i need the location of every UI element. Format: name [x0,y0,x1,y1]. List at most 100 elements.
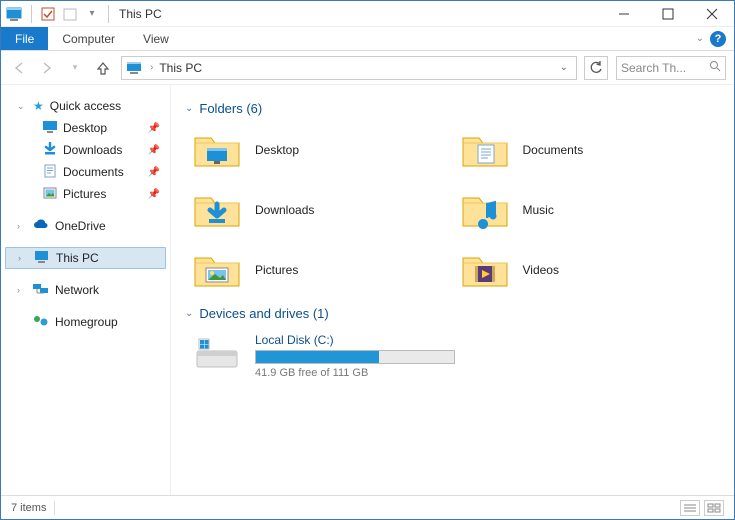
details-view-button[interactable] [680,500,700,516]
navigation-bar: ▾ › This PC ⌄ Search Th... [1,51,734,85]
sidebar-item-label: Homegroup [55,315,118,329]
pictures-folder-icon [193,250,241,290]
sidebar-quickaccess[interactable]: ⌄ ★ Quick access [5,95,166,117]
up-button[interactable] [93,58,113,78]
drives-group-header[interactable]: ⌄ Devices and drives (1) [185,306,720,321]
folder-label: Pictures [255,263,298,277]
drive-item[interactable]: Local Disk (C:) 41.9 GB free of 111 GB [185,325,720,387]
chevron-down-icon[interactable]: ⌄ [185,308,193,319]
address-bar[interactable]: › This PC ⌄ [121,56,577,80]
search-input[interactable]: Search Th... [616,56,726,80]
sidebar-item-label: Network [55,283,99,297]
drive-free-text: 41.9 GB free of 111 GB [255,367,455,379]
chevron-right-icon[interactable]: › [17,221,27,231]
close-button[interactable] [690,1,734,27]
qat-newfolder[interactable] [60,4,80,24]
address-dropdown-icon[interactable]: ⌄ [556,62,572,73]
titlebar: ▾ This PC [1,1,734,27]
chevron-down-icon[interactable]: ⌄ [17,101,27,112]
sidebar-item-label: OneDrive [55,219,106,233]
videos-folder-icon [461,250,509,290]
sidebar-onedrive[interactable]: › OneDrive [5,215,166,237]
group-title: Folders (6) [199,101,262,116]
qat-customize[interactable]: ▾ [82,4,102,24]
pin-icon: 📌 [148,189,160,200]
chevron-right-icon[interactable]: › [18,253,28,263]
music-folder-icon [461,190,509,230]
sidebar-network[interactable]: › Network [5,279,166,301]
desktop-icon [43,120,57,137]
recent-locations-button[interactable]: ▾ [65,58,85,78]
pin-icon: 📌 [148,123,160,134]
star-icon: ★ [33,99,44,113]
this-pc-icon [126,59,144,77]
folder-label: Videos [523,263,559,277]
address-text[interactable]: This PC [159,61,202,75]
back-button[interactable] [9,58,29,78]
group-title: Devices and drives (1) [199,306,328,321]
sidebar-item-label: Quick access [50,99,121,113]
sidebar-item-pictures[interactable]: Pictures📌 [5,183,166,205]
folder-label: Downloads [255,203,314,217]
help-button[interactable]: ? [710,31,726,47]
search-placeholder: Search Th... [621,61,705,75]
documents-folder-icon [461,130,509,170]
pictures-icon [43,186,57,203]
folder-item-music[interactable]: Music [453,180,721,240]
body: ⌄ ★ Quick access Desktop📌Downloads📌Docum… [1,85,734,495]
sidebar-homegroup[interactable]: › Homegroup [5,311,166,333]
computer-tab[interactable]: Computer [48,27,129,50]
folder-label: Music [523,203,554,217]
folder-label: Documents [523,143,584,157]
thumbnails-view-button[interactable] [704,500,724,516]
ribbon-collapse-chevron-icon[interactable]: ⌄ [696,33,704,44]
sidebar-item-desktop[interactable]: Desktop 📌 [5,117,166,139]
content-pane: ⌄ Folders (6) Desktop Documents Downloads M… [171,85,734,495]
ribbon: File Computer View ⌄ ? [1,27,734,51]
search-icon [709,60,721,75]
sidebar-item-downloads[interactable]: Downloads 📌 [5,139,166,161]
folder-item-desktop[interactable]: Desktop [185,120,453,180]
folders-group-header[interactable]: ⌄ Folders (6) [185,101,720,116]
homegroup-icon [33,314,49,331]
folder-item-downloads[interactable]: Downloads [185,180,453,240]
sidebar: ⌄ ★ Quick access Desktop📌Downloads📌Docum… [1,85,171,495]
sidebar-thispc[interactable]: › This PC [5,247,166,269]
forward-button[interactable] [37,58,57,78]
drive-info: Local Disk (C:) 41.9 GB free of 111 GB [255,333,455,379]
folder-item-pictures[interactable]: Pictures [185,240,453,300]
qat-properties[interactable] [38,4,58,24]
window-title: This PC [119,7,162,21]
view-tab[interactable]: View [129,27,183,50]
folder-item-documents[interactable]: Documents [453,120,721,180]
refresh-button[interactable] [584,56,608,80]
qat-separator [31,5,32,23]
chevron-down-icon[interactable]: ⌄ [185,103,193,114]
chevron-right-icon[interactable]: › [17,285,27,295]
pin-icon: 📌 [148,167,160,178]
pin-icon: 📌 [148,145,160,156]
network-icon [33,282,49,299]
sidebar-item-label: Downloads [63,143,122,157]
cloud-icon [33,219,49,234]
sidebar-item-label: Desktop [63,121,107,135]
maximize-button[interactable] [646,1,690,27]
this-pc-icon [34,250,50,267]
desktop-folder-icon [193,130,241,170]
breadcrumb-chevron-icon[interactable]: › [150,62,153,73]
drive-name: Local Disk (C:) [255,333,455,347]
documents-icon [43,164,57,181]
qat-separator-2 [108,5,109,23]
sidebar-item-documents[interactable]: Documents 📌 [5,161,166,183]
folder-item-videos[interactable]: Videos [453,240,721,300]
sidebar-item-label: Documents [63,165,124,179]
downloads-folder-icon [193,190,241,230]
minimize-button[interactable] [602,1,646,27]
app-icon[interactable] [5,4,25,24]
file-tab[interactable]: File [1,27,48,50]
view-toggles [680,500,724,516]
drive-usage-fill [256,351,379,363]
status-bar: 7 items [1,495,734,519]
folders-grid: Desktop Documents Downloads Music Pictures Vi… [185,120,720,300]
folder-label: Desktop [255,143,299,157]
